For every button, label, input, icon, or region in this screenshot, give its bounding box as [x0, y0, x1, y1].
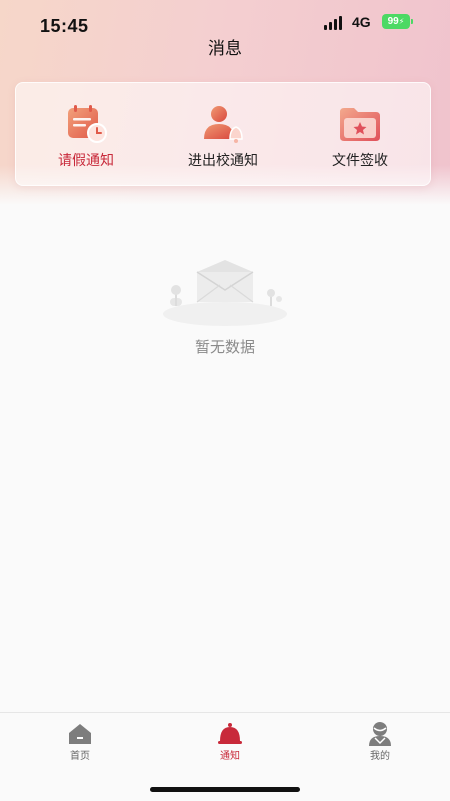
empty-envelope-icon	[160, 252, 290, 328]
quick-action-label: 请假通知	[58, 152, 114, 168]
user-icon	[367, 721, 393, 747]
quick-action-file-signoff[interactable]: 文件签收	[300, 103, 420, 170]
home-icon	[67, 721, 93, 747]
calendar-clock-icon	[63, 103, 109, 145]
notification-bell-icon	[217, 721, 243, 747]
tab-label: 通知	[220, 751, 240, 762]
tab-notifications[interactable]: 通知	[190, 721, 270, 762]
tab-label: 我的	[370, 751, 390, 762]
tab-me[interactable]: 我的	[340, 721, 420, 762]
person-bell-icon	[200, 103, 246, 145]
page-title: 消息	[208, 39, 242, 58]
battery-icon: 99⚡	[382, 14, 413, 29]
empty-state-text: 暂无数据	[194, 339, 255, 356]
tab-home[interactable]: 首页	[40, 721, 120, 762]
quick-action-label: 进出校通知	[188, 152, 258, 168]
signal-icon	[324, 16, 346, 30]
quick-actions-card: 请假通知 进出校通知 文件签收	[15, 82, 431, 186]
network-type: 4G	[352, 14, 371, 30]
quick-action-label: 文件签收	[332, 152, 388, 168]
battery-level: 99	[387, 16, 399, 27]
quick-action-leave-notice[interactable]: 请假通知	[26, 103, 146, 170]
home-indicator	[150, 787, 300, 792]
quick-action-entry-exit-notice[interactable]: 进出校通知	[163, 103, 283, 170]
tab-label: 首页	[70, 751, 90, 762]
folder-star-icon	[337, 103, 383, 145]
